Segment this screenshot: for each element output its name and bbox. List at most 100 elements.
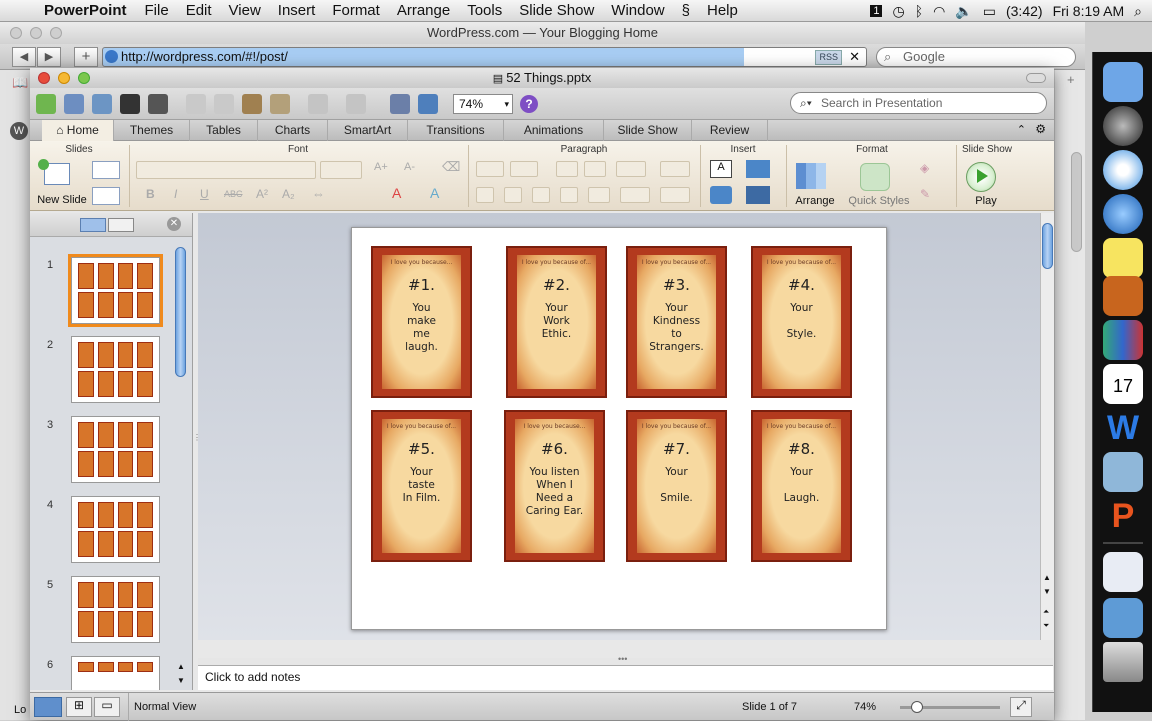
add-bookmark-button[interactable]: + xyxy=(74,47,98,67)
card-1[interactable]: I love you because... #1. You make me laug… xyxy=(371,246,472,398)
scroll-up-icon[interactable]: ▲ xyxy=(1043,573,1051,582)
align-center-icon[interactable] xyxy=(504,187,522,203)
google-search-field[interactable]: ⌕ Google xyxy=(876,47,1076,67)
columns-icon[interactable] xyxy=(660,161,690,177)
distribute-icon[interactable] xyxy=(588,187,610,203)
slide-thumbnail-4[interactable] xyxy=(71,496,160,563)
decrease-font-button[interactable]: A- xyxy=(404,161,415,173)
shape-icon[interactable] xyxy=(710,186,732,204)
card-3[interactable]: I love you because of... #3. Your Kindness… xyxy=(626,246,727,398)
toolbar-toggle-button[interactable] xyxy=(1026,73,1046,83)
slide-canvas[interactable]: I love you because... #1. You make me laug… xyxy=(351,227,887,630)
preview-icon[interactable] xyxy=(1103,452,1143,492)
copy-icon[interactable] xyxy=(214,94,234,114)
presentation-search-field[interactable]: ⌕▾ Search in Presentation xyxy=(790,92,1047,114)
battery-icon[interactable]: ▭ xyxy=(983,3,996,20)
font-color-icon[interactable]: A xyxy=(392,185,401,201)
cut-icon[interactable] xyxy=(186,94,206,114)
toolbox-icon[interactable] xyxy=(418,94,438,114)
minimize-button[interactable] xyxy=(58,72,70,84)
safari-minimize-button[interactable] xyxy=(30,27,42,39)
scroll-down-icon[interactable]: ▼ xyxy=(1043,587,1051,596)
media-icon[interactable] xyxy=(746,186,770,204)
paste-icon[interactable] xyxy=(242,94,262,114)
menu-app-name[interactable]: PowerPoint xyxy=(44,2,127,19)
menu-insert[interactable]: Insert xyxy=(278,2,316,19)
picture-icon[interactable] xyxy=(746,160,770,178)
arrange-button[interactable]: Arrange xyxy=(792,159,838,209)
align-text-icon[interactable] xyxy=(660,187,690,203)
time-machine-icon[interactable]: ◷ xyxy=(892,3,904,20)
tab-tables[interactable]: Tables xyxy=(190,120,258,141)
menu-tools[interactable]: Tools xyxy=(467,2,502,19)
card-8[interactable]: I love you because of... #8. Your Laugh. xyxy=(751,410,852,562)
notes-splitter[interactable]: ••• xyxy=(198,654,1053,665)
rss-badge[interactable]: RSS xyxy=(815,50,842,65)
scroll-thumb[interactable] xyxy=(1042,223,1053,269)
volume-icon[interactable]: 🔈 xyxy=(955,3,972,20)
stickies-icon[interactable] xyxy=(1103,238,1143,278)
calendar-icon[interactable]: 17 xyxy=(1103,364,1143,404)
notes-pane[interactable]: Click to add notes xyxy=(198,665,1053,690)
folder-icon[interactable] xyxy=(1103,598,1143,638)
justify-icon[interactable] xyxy=(560,187,578,203)
previous-slide-icon[interactable]: ⏶ xyxy=(1043,607,1049,617)
slide-thumbnail-3[interactable] xyxy=(71,416,160,483)
tab-charts[interactable]: Charts xyxy=(258,120,328,141)
line-spacing-icon[interactable] xyxy=(616,161,646,177)
outline-view-tab[interactable] xyxy=(108,218,134,232)
tab-slide-show[interactable]: Slide Show xyxy=(604,120,692,141)
back-button[interactable]: ◀ xyxy=(12,47,36,67)
menubar-clock[interactable]: Fri 8:19 AM xyxy=(1053,3,1125,19)
menu-format[interactable]: Format xyxy=(332,2,380,19)
stop-icon[interactable]: ✕ xyxy=(849,48,860,66)
layout-dropdown[interactable] xyxy=(92,161,120,179)
safari-scrollbar[interactable] xyxy=(1071,152,1082,252)
next-slide-icon[interactable]: ⏷ xyxy=(1043,621,1049,631)
scroll-down-icon[interactable]: ▼ xyxy=(177,676,185,685)
battery-time[interactable]: (3:42) xyxy=(1006,3,1043,19)
new-slide-button[interactable]: New Slide xyxy=(36,159,88,209)
bluetooth-icon[interactable]: ᛒ xyxy=(915,3,923,19)
undo-icon[interactable] xyxy=(308,94,328,114)
thumbnail-scrollbar[interactable] xyxy=(175,247,186,377)
menu-slide-show[interactable]: Slide Show xyxy=(519,2,594,19)
save-icon[interactable] xyxy=(120,94,140,114)
finder-icon[interactable] xyxy=(1103,62,1143,102)
superscript-button[interactable]: A² xyxy=(256,187,268,201)
word-icon[interactable]: W xyxy=(1103,408,1143,448)
quick-styles-button[interactable]: Quick Styles xyxy=(848,159,912,209)
menu-arrange[interactable]: Arrange xyxy=(397,2,450,19)
slide-thumbnail-1[interactable] xyxy=(68,254,163,327)
bullets-icon[interactable] xyxy=(476,161,504,177)
text-direction-icon[interactable] xyxy=(620,187,650,203)
close-pane-icon[interactable]: ✕ xyxy=(167,217,181,231)
tab-themes[interactable]: Themes xyxy=(114,120,190,141)
gallery-icon[interactable] xyxy=(64,94,84,114)
numbering-icon[interactable] xyxy=(510,161,538,177)
slide-vertical-scrollbar[interactable]: ▲ ▼ ⏶ ⏷ xyxy=(1040,213,1054,640)
tab-transitions[interactable]: Transitions xyxy=(408,120,504,141)
scroll-up-icon[interactable]: ▲ xyxy=(177,662,185,671)
dashboard-icon[interactable] xyxy=(1103,106,1143,146)
zoom-slider-knob[interactable] xyxy=(911,701,923,713)
tab-add-icon[interactable]: + xyxy=(1067,72,1075,87)
slide-show-view-button[interactable]: ▭ xyxy=(94,697,120,717)
gear-icon[interactable]: ⚙ xyxy=(1035,122,1046,136)
print-icon[interactable] xyxy=(148,94,168,114)
fit-to-window-button[interactable]: ⤢ xyxy=(1010,697,1032,717)
close-button[interactable] xyxy=(38,72,50,84)
document-icon[interactable] xyxy=(1103,552,1143,592)
safari-zoom-button[interactable] xyxy=(50,27,62,39)
menu-help[interactable]: Help xyxy=(707,2,738,19)
redo-icon[interactable] xyxy=(346,94,366,114)
font-size-field[interactable] xyxy=(320,161,362,179)
card-7[interactable]: I love you because of... #7. Your Smile. xyxy=(626,410,727,562)
underline-button[interactable]: U xyxy=(200,187,209,201)
slide-sorter-button[interactable]: ⊞ xyxy=(66,697,92,717)
tab-home[interactable]: ⌂ Home xyxy=(42,120,114,141)
menu-window[interactable]: Window xyxy=(611,2,664,19)
zoom-button[interactable] xyxy=(78,72,90,84)
decrease-indent-icon[interactable] xyxy=(556,161,578,177)
text-box-icon[interactable]: A xyxy=(710,160,732,178)
